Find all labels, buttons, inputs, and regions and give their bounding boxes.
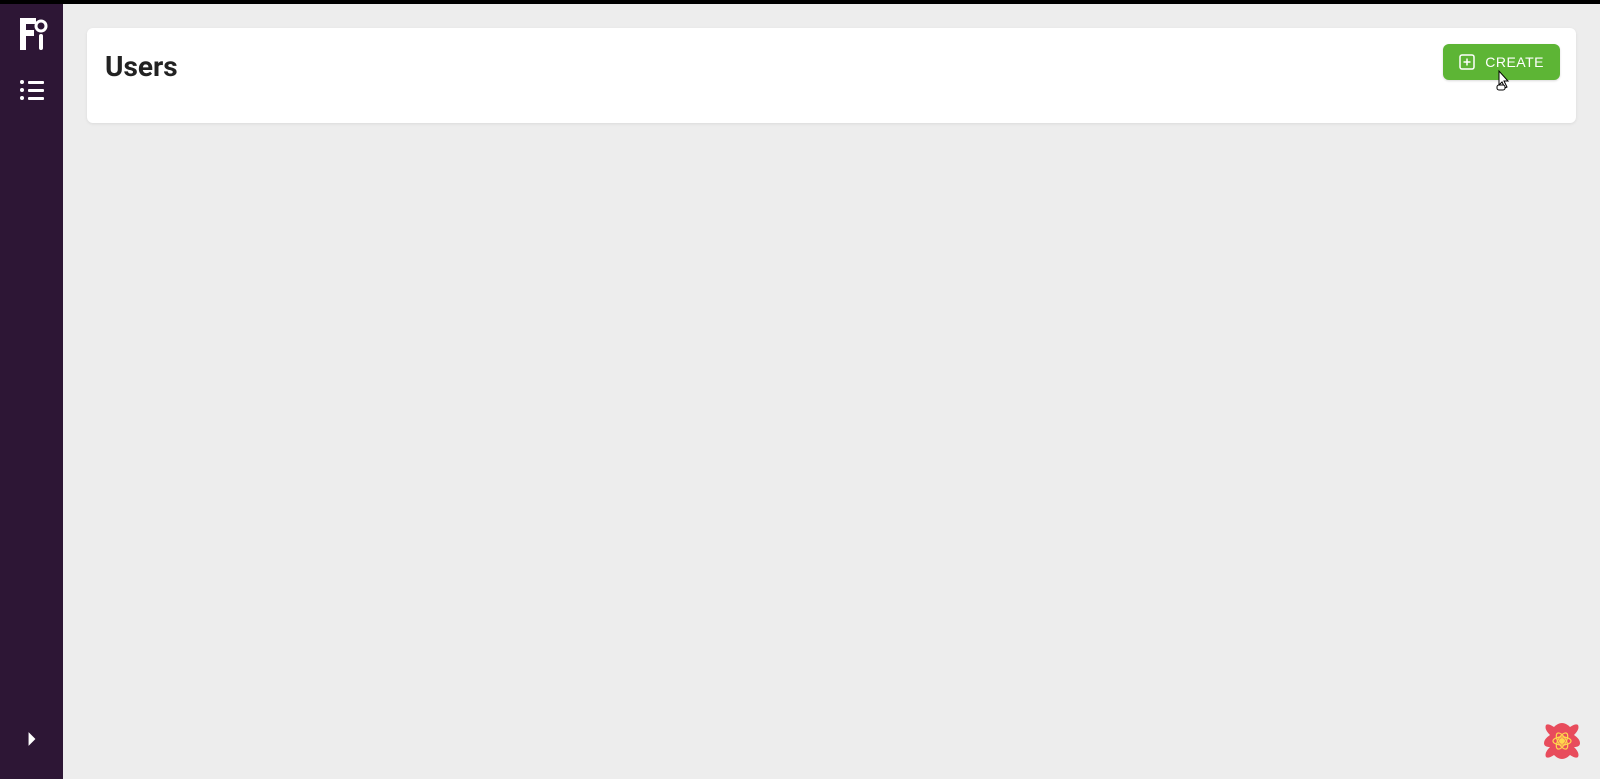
sidebar-expand-button[interactable] <box>0 719 63 759</box>
react-query-devtools-icon[interactable] <box>1542 721 1582 761</box>
page-title: Users <box>103 44 178 83</box>
menu-list-icon[interactable] <box>20 80 44 100</box>
users-card: Users CREATE <box>87 28 1576 123</box>
create-button-label: CREATE <box>1485 54 1544 70</box>
plus-box-icon <box>1459 54 1475 70</box>
sidebar <box>0 4 63 779</box>
create-button[interactable]: CREATE <box>1443 44 1560 80</box>
app-logo[interactable] <box>16 14 48 52</box>
main-content: Users CREATE <box>63 4 1600 779</box>
